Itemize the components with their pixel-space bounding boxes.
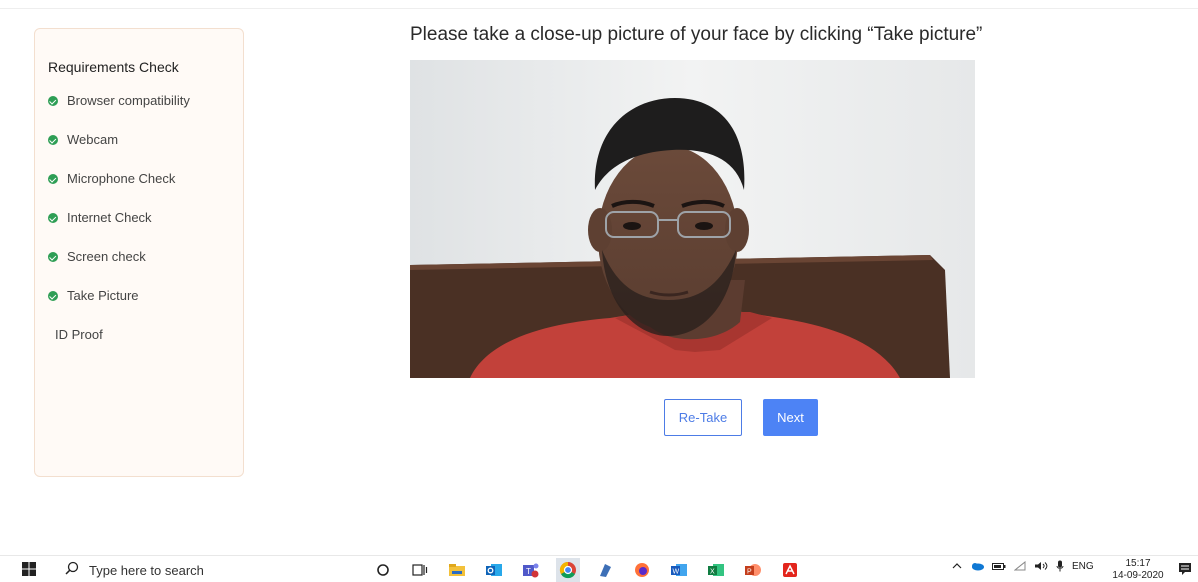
requirement-screen: Screen check [48, 249, 190, 288]
check-circle-icon [48, 213, 58, 223]
notification-center-icon[interactable] [1178, 562, 1192, 581]
check-circle-icon [48, 291, 58, 301]
requirement-microphone: Microphone Check [48, 171, 190, 210]
powerpoint-icon[interactable]: P [734, 558, 771, 582]
clock-date: 14-09-2020 [1112, 570, 1164, 581]
acrobat-icon[interactable] [771, 558, 808, 582]
next-button[interactable]: Next [763, 399, 818, 436]
app-icon[interactable] [586, 558, 623, 582]
requirement-browser-compatibility: Browser compatibility [48, 93, 190, 132]
microphone-icon[interactable] [1056, 560, 1064, 572]
page-instruction: Please take a close-up picture of your f… [410, 24, 983, 45]
excel-icon[interactable]: X [697, 558, 734, 582]
windows-taskbar: Type here to search T W X P ENG 15:17 14… [0, 555, 1198, 582]
svg-text:W: W [672, 569, 679, 576]
requirements-sidebar: Requirements Check Browser compatibility… [34, 28, 244, 477]
taskbar-search-box[interactable]: Type here to search [53, 559, 350, 581]
taskbar-clock[interactable]: 15:17 14-09-2020 [1112, 558, 1164, 582]
file-explorer-icon[interactable] [438, 558, 475, 582]
windows-start-icon[interactable] [22, 562, 36, 581]
cortana-icon[interactable] [364, 558, 401, 582]
teams-icon[interactable]: T [512, 558, 549, 582]
requirement-id-proof: ID Proof [48, 327, 190, 366]
wifi-icon[interactable] [1014, 561, 1026, 571]
check-circle-icon [48, 174, 58, 184]
onedrive-icon[interactable] [970, 562, 984, 571]
requirements-list: Browser compatibility Webcam Microphone … [48, 93, 190, 366]
requirement-label: Take Picture [67, 288, 139, 303]
svg-text:T: T [526, 567, 531, 576]
language-indicator[interactable]: ENG [1072, 561, 1094, 572]
system-tray: ENG [952, 560, 1102, 572]
sidebar-title: Requirements Check [48, 59, 179, 75]
search-placeholder: Type here to search [89, 562, 204, 578]
word-icon[interactable]: W [660, 558, 697, 582]
captured-face-photo [410, 60, 975, 378]
svg-text:P: P [747, 569, 752, 576]
requirement-label: Browser compatibility [67, 93, 190, 108]
task-view-icon[interactable] [401, 558, 438, 582]
requirement-label: Internet Check [67, 210, 152, 225]
check-circle-icon [48, 135, 58, 145]
requirement-label: Screen check [67, 249, 146, 264]
chrome-icon[interactable] [549, 558, 586, 582]
battery-icon[interactable] [992, 562, 1006, 571]
requirement-internet: Internet Check [48, 210, 190, 249]
volume-icon[interactable] [1034, 561, 1048, 571]
clock-time: 15:17 [1125, 558, 1151, 569]
search-icon [65, 561, 79, 580]
firefox-icon[interactable] [623, 558, 660, 582]
check-circle-icon [48, 252, 58, 262]
outlook-icon[interactable] [475, 558, 512, 582]
requirement-label: Microphone Check [67, 171, 176, 186]
requirement-webcam: Webcam [48, 132, 190, 171]
requirement-label: Webcam [67, 132, 119, 147]
svg-text:X: X [710, 569, 715, 576]
header-divider [0, 8, 1198, 9]
requirement-label: ID Proof [55, 327, 103, 342]
webcam-image [410, 60, 975, 378]
check-circle-icon [48, 96, 58, 106]
retake-button[interactable]: Re-Take [664, 399, 742, 436]
pinned-apps: T W X P [364, 558, 808, 582]
requirement-take-picture: Take Picture [48, 288, 190, 327]
chevron-up-icon[interactable] [952, 562, 962, 570]
